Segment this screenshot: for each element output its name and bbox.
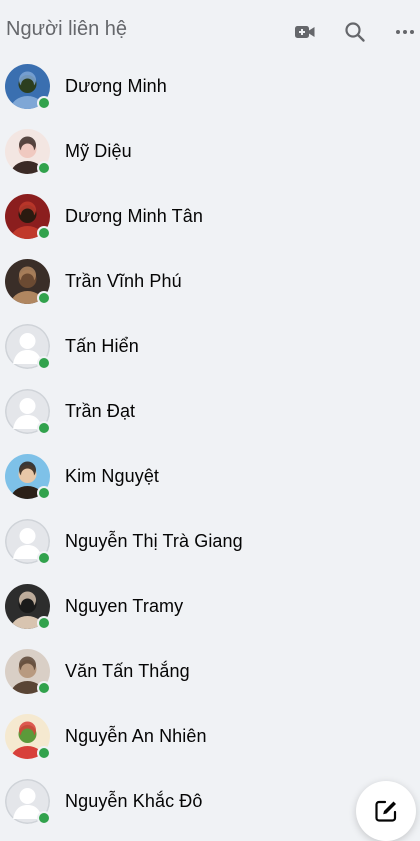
contact-name: Nguyễn An Nhiên: [65, 726, 207, 746]
avatar-container: [5, 259, 51, 305]
contact-name: Nguyen Tramy: [65, 596, 184, 616]
contact-row[interactable]: Tấn Hiển: [0, 315, 420, 380]
online-status-indicator: [37, 356, 51, 370]
contact-row[interactable]: Nguyen Tramy: [0, 575, 420, 640]
search-icon: [345, 22, 365, 42]
contact-row[interactable]: Mỹ Diệu: [0, 120, 420, 185]
avatar-container: [5, 64, 51, 110]
contact-row[interactable]: Kim Nguyệt: [0, 445, 420, 510]
contact-row[interactable]: Nguyễn An Nhiên: [0, 705, 420, 770]
compose-icon: [375, 800, 397, 822]
contact-row[interactable]: Dương Minh: [0, 55, 420, 120]
new-message-button[interactable]: [356, 781, 416, 841]
contact-name: Văn Tấn Thắng: [65, 661, 190, 681]
avatar-container: [5, 779, 51, 825]
avatar-container: [5, 194, 51, 240]
avatar-container: [5, 519, 51, 565]
online-status-indicator: [37, 746, 51, 760]
more-icon: [396, 30, 414, 34]
online-status-indicator: [37, 551, 51, 565]
contact-row[interactable]: Trần Đạt: [0, 380, 420, 445]
contact-name: Dương Minh Tân: [65, 206, 203, 226]
contact-name: Dương Minh: [65, 76, 167, 96]
contact-name: Kim Nguyệt: [65, 466, 160, 486]
search-button[interactable]: [341, 18, 369, 46]
contact-row[interactable]: Văn Tấn Thắng: [0, 640, 420, 705]
contact-list: Dương Minh Mỹ Diệu Dương Minh Tân Trần Vĩnh…: [0, 55, 420, 835]
contact-name: Trần Đạt: [65, 401, 136, 421]
contact-name: Nguyễn Khắc Đô: [65, 791, 203, 811]
online-status-indicator: [37, 681, 51, 695]
video-call-icon: [295, 26, 315, 38]
contact-row[interactable]: Nguyễn Thị Trà Giang: [0, 510, 420, 575]
contact-name: Trần Vĩnh Phú: [65, 271, 182, 291]
contact-name: Mỹ Diệu: [65, 141, 132, 161]
online-status-indicator: [37, 226, 51, 240]
online-status-indicator: [37, 486, 51, 500]
online-status-indicator: [37, 96, 51, 110]
avatar-container: [5, 584, 51, 630]
video-call-button[interactable]: [291, 18, 319, 46]
contact-row[interactable]: Dương Minh Tân: [0, 185, 420, 250]
online-status-indicator: [37, 811, 51, 825]
header-title: Người liên hệ: [6, 18, 128, 40]
online-status-indicator: [37, 421, 51, 435]
avatar-container: [5, 454, 51, 500]
contacts-panel: Người liên hệ Dương MinhMỹ DiệuDương M: [0, 0, 420, 841]
avatar-container: [5, 714, 51, 760]
contact-name: Nguyễn Thị Trà Giang: [65, 531, 243, 551]
more-options-button[interactable]: [391, 18, 419, 46]
avatar-container: [5, 389, 51, 435]
avatar-container: [5, 649, 51, 695]
avatar-container: [5, 129, 51, 175]
contact-name: Tấn Hiển: [65, 336, 139, 356]
online-status-indicator: [37, 616, 51, 630]
online-status-indicator: [37, 291, 51, 305]
avatar-container: [5, 324, 51, 370]
online-status-indicator: [37, 161, 51, 175]
contact-row[interactable]: Trần Vĩnh Phú: [0, 250, 420, 315]
